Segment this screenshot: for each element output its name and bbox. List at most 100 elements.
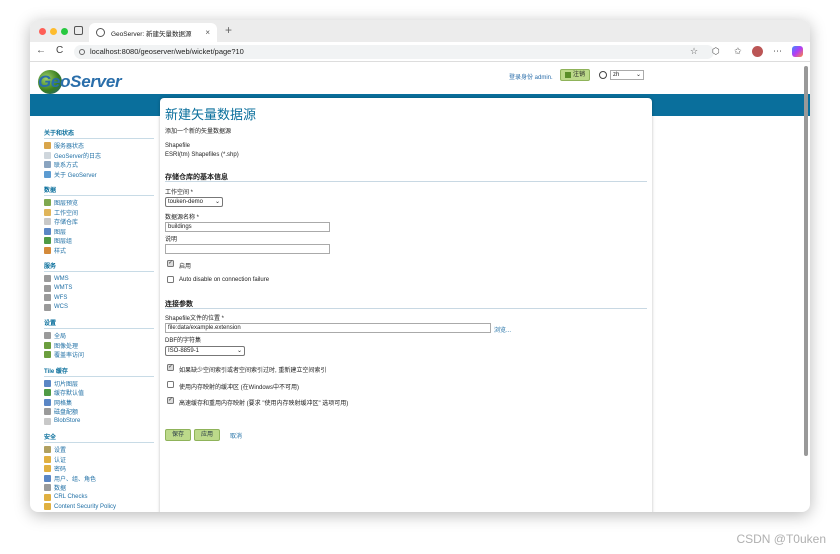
tab-bar: GeoServer: 新建矢量数据源 × +: [30, 20, 810, 42]
sidebar-item[interactable]: WMS: [44, 274, 154, 284]
sidebar-item[interactable]: CRL Checks: [44, 493, 154, 503]
caching-defaults-icon: [44, 389, 51, 397]
key-icon: [44, 446, 51, 454]
shapefile-location-input[interactable]: file:data/example.extension: [165, 323, 491, 333]
workspace-select[interactable]: touken-demo ⌄: [165, 197, 223, 207]
sidebar-item[interactable]: WMTS: [44, 284, 154, 294]
globe-icon: [96, 28, 105, 37]
data-security-icon: [44, 484, 51, 492]
sidebar-item[interactable]: 网格集: [44, 398, 154, 408]
geoserver-logo[interactable]: GeoServer: [38, 70, 122, 94]
workspace-value: touken-demo: [168, 199, 204, 205]
sidebar-toggle-icon[interactable]: [74, 26, 83, 35]
copilot-icon[interactable]: [792, 46, 803, 57]
save-button[interactable]: 保存: [165, 429, 192, 441]
favorites-icon[interactable]: ✩: [734, 46, 742, 57]
sidebar-item[interactable]: 图层: [44, 227, 154, 237]
layers-icon: [44, 227, 51, 235]
shapefile-location-label: Shapefile文件的位置 *: [165, 316, 225, 322]
extensions-icon[interactable]: ⬡: [712, 46, 720, 57]
apply-button[interactable]: 应用: [194, 429, 221, 441]
sidebar-item[interactable]: 全局: [44, 331, 154, 341]
more-menu-icon[interactable]: ⋯: [773, 46, 782, 57]
cache-reuse-checkbox[interactable]: ✓: [167, 397, 174, 404]
page-subtitle: 添加一个新的矢量数据源: [165, 129, 232, 135]
sidebar-item-label: 用户、组、角色: [54, 476, 97, 483]
datasource-name-input[interactable]: buildings: [165, 222, 330, 232]
new-tab-button[interactable]: +: [225, 23, 232, 37]
layer-preview-icon: [44, 199, 51, 207]
wcs-icon: [44, 303, 51, 311]
sidebar-item[interactable]: 工作空间: [44, 208, 154, 218]
sidebar-item[interactable]: 用户、组、角色: [44, 474, 154, 484]
sidebar-item[interactable]: 覆盖率访问: [44, 350, 154, 360]
url-field[interactable]: localhost:8080/geoserver/web/wicket/page…: [74, 45, 714, 59]
sidebar-item[interactable]: WFS: [44, 293, 154, 303]
reload-button[interactable]: C: [56, 45, 63, 56]
sidebar-item[interactable]: 设置: [44, 445, 154, 455]
rebuild-index-checkbox[interactable]: ✓: [167, 364, 174, 371]
sidebar-item-label: 样式: [54, 248, 67, 255]
nav-section-title: 数据: [44, 185, 154, 196]
store-description: ESRI(tm) Shapefiles (*.shp): [165, 152, 239, 158]
sidebar-item-label: 密码: [54, 467, 67, 474]
about-icon: [44, 170, 51, 178]
language-select[interactable]: zh ⌄: [610, 70, 644, 80]
sidebar-item[interactable]: 服务器状态: [44, 141, 154, 151]
sidebar-item[interactable]: WCS: [44, 303, 154, 313]
wms-icon: [44, 275, 51, 283]
sidebar-item[interactable]: GeoServer的日志: [44, 151, 154, 161]
maximize-window-button[interactable]: [61, 28, 68, 35]
auth-icon: [44, 455, 51, 463]
page-content: GeoServer 登录身份 admin. 注销 zh ⌄ 关于和状态 服务器状态…: [30, 62, 810, 512]
divider: [165, 308, 647, 309]
sidebar-item[interactable]: 切片图层: [44, 379, 154, 389]
users-icon: [44, 474, 51, 482]
sidebar-item[interactable]: 存储仓库: [44, 217, 154, 227]
sidebar-item[interactable]: 样式: [44, 246, 154, 256]
nav-section-title: 服务: [44, 261, 154, 272]
tab-close-icon[interactable]: ×: [205, 28, 210, 37]
sidebar-item[interactable]: 图层组: [44, 236, 154, 246]
tab-geoserver[interactable]: GeoServer: 新建矢量数据源 ×: [89, 23, 217, 42]
nav-section-title: Tile 缓存: [44, 366, 154, 377]
profile-avatar[interactable]: [752, 46, 763, 57]
wmts-icon: [44, 284, 51, 292]
sidebar-item-label: 设置: [54, 448, 67, 455]
close-window-button[interactable]: [39, 28, 46, 35]
sidebar-item[interactable]: 数据: [44, 483, 154, 493]
sidebar-item[interactable]: Content Security Policy: [44, 502, 154, 512]
charset-select[interactable]: ISO-8859-1 ⌄: [165, 346, 245, 356]
contact-icon: [44, 161, 51, 169]
enabled-checkbox[interactable]: ✓: [167, 260, 174, 267]
description-input[interactable]: [165, 244, 330, 254]
sidebar-item[interactable]: 联系方式: [44, 160, 154, 170]
layer-group-icon: [44, 237, 51, 245]
minimize-window-button[interactable]: [50, 28, 57, 35]
vertical-scrollbar[interactable]: [804, 66, 808, 456]
memory-mapped-label: 使用内存映射的缓冲区 (在Windows中不可用): [179, 385, 300, 391]
browse-link[interactable]: 浏览...: [494, 325, 511, 334]
sidebar-item[interactable]: 磁盘配额: [44, 407, 154, 417]
logout-button[interactable]: 注销: [560, 69, 591, 81]
back-button[interactable]: ←: [36, 45, 46, 56]
memory-mapped-checkbox[interactable]: [167, 381, 174, 388]
sidebar-item-label: 图像处理: [54, 343, 79, 350]
sidebar-item[interactable]: 认证: [44, 455, 154, 465]
cancel-link[interactable]: 取消: [230, 431, 242, 440]
sidebar-item-label: 图层: [54, 229, 67, 236]
sidebar-item[interactable]: 图层预览: [44, 198, 154, 208]
sidebar-item-label: BlobStore: [54, 418, 81, 425]
watermark-text: CSDN @T0uken: [736, 532, 826, 546]
sidebar-item[interactable]: 缓存默认值: [44, 388, 154, 398]
sidebar-item[interactable]: 密码: [44, 464, 154, 474]
bookmark-star-icon[interactable]: ☆: [690, 46, 698, 57]
auto-disable-checkbox[interactable]: [167, 276, 174, 283]
sidebar-item[interactable]: BlobStore: [44, 417, 154, 427]
chevron-down-icon: ⌄: [635, 72, 641, 78]
crl-icon: [44, 493, 51, 501]
sidebar-item[interactable]: 图像处理: [44, 341, 154, 351]
site-info-icon[interactable]: [79, 49, 85, 55]
rebuild-index-label: 如果缺少空间索引或者空间索引过时, 重新建立空间索引: [179, 368, 327, 374]
sidebar-item[interactable]: 关于 GeoServer: [44, 170, 154, 180]
